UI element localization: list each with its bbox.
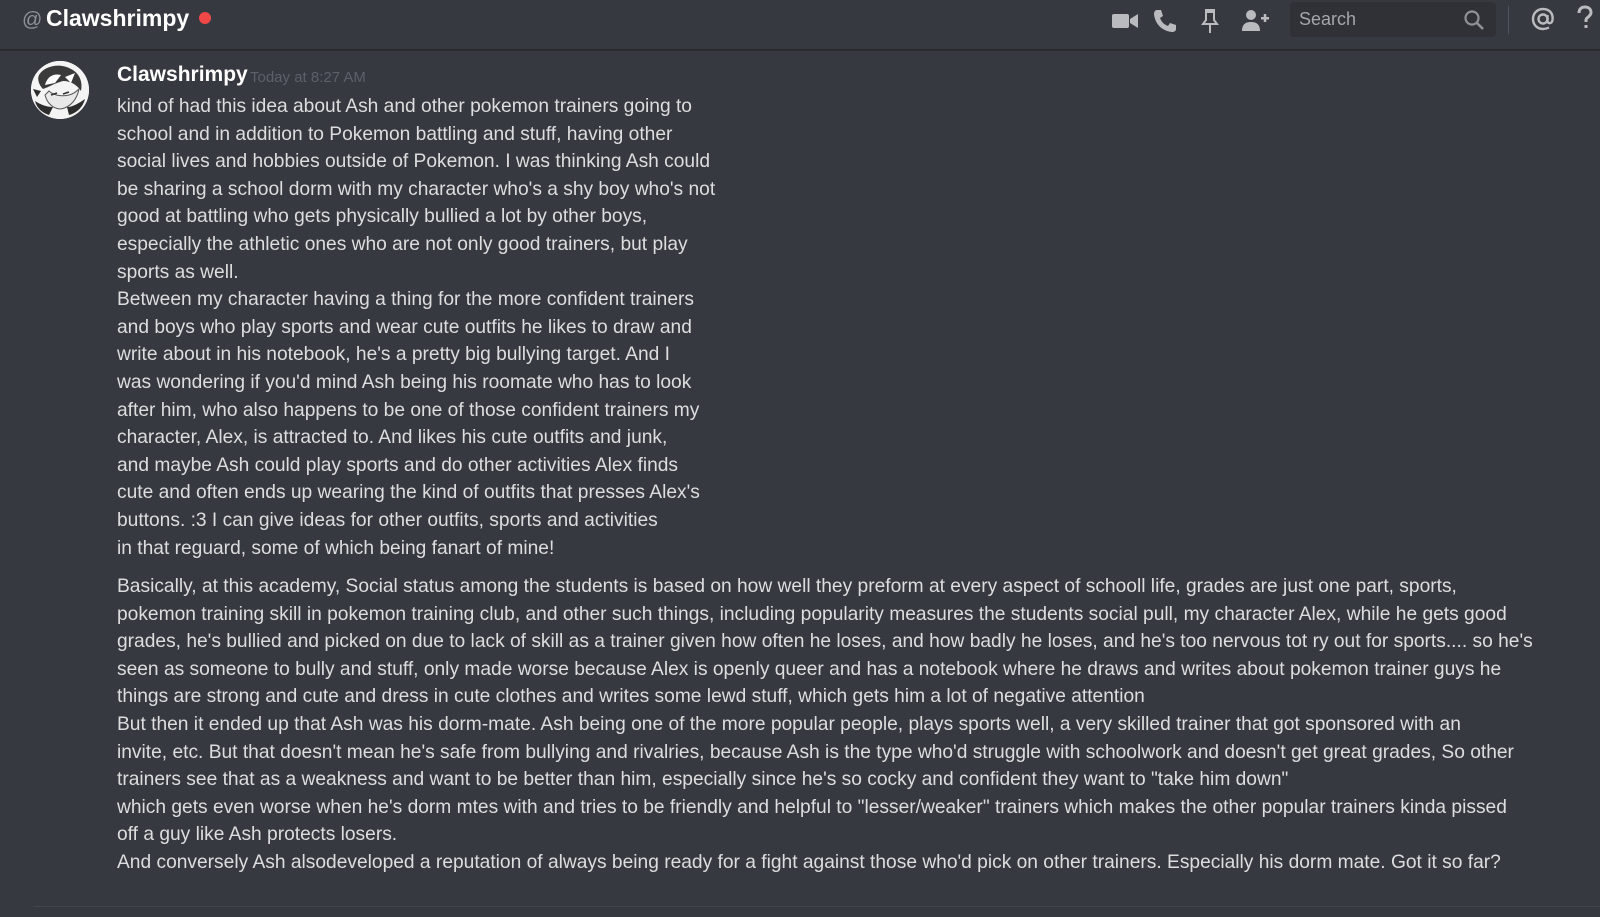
message-line: cute and often ends up wearing the kind … [117, 482, 700, 504]
message-line: character, Alex, is attracted to. And li… [117, 427, 668, 449]
video-call-icon[interactable] [1110, 6, 1140, 36]
add-friend-icon[interactable] [1240, 6, 1270, 36]
message-line: But then it ended up that Ash was his do… [117, 713, 1461, 735]
message-list: Clawshrimpy Today at 8:27 AM kind of had… [0, 51, 1600, 917]
message-line: kind of had this idea about Ash and othe… [117, 96, 692, 117]
message-author[interactable]: Clawshrimpy [117, 63, 248, 87]
message-body-2: Basically, at this academy, Social statu… [117, 573, 1533, 877]
mention-icon[interactable] [1528, 4, 1558, 34]
message-line: buttons. :3 I can give ideas for other o… [117, 509, 658, 531]
message-line: be sharing a school dorm with my charact… [117, 178, 716, 200]
message-line: sports as well. [117, 261, 239, 283]
message-line: invite, etc. But that doesn't mean he's … [117, 741, 1514, 763]
message-line: Between my character having a thing for … [117, 289, 694, 311]
channel-title: Clawshrimpy [46, 5, 190, 31]
message-line: especially the athletic ones who are not… [117, 233, 688, 255]
message-line: grades, he's bullied and picked on due t… [117, 631, 1533, 653]
message-line: and boys who play sports and wear cute o… [117, 316, 692, 338]
message-body-1: kind of had this idea about Ash and othe… [117, 93, 715, 562]
status-indicator-icon [199, 12, 211, 24]
message-line: off a guy like Ash protects losers. [117, 824, 398, 846]
message-line: things are strong and cute and dress in … [117, 686, 1145, 708]
message-line: good at battling who gets physically bul… [117, 206, 648, 228]
message-timestamp: Today at 8:27 AM [250, 69, 366, 86]
message-line: write about in his notebook, he's a pret… [117, 344, 670, 366]
message-line: school and in addition to Pokemon battli… [117, 123, 673, 145]
message-line: trainers see that as a weakness and want… [117, 769, 1289, 791]
message-line: seen as someone to bully and stuff, only… [117, 658, 1502, 680]
message-line: pokemon training skill in pokemon traini… [117, 603, 1507, 625]
help-icon[interactable] [1570, 3, 1600, 33]
message-line: social lives and hobbies outside of Poke… [117, 151, 711, 173]
header-divider [1508, 6, 1509, 34]
message-line: and maybe Ash could play sports and do o… [117, 454, 679, 476]
message-line: was wondering if you'd mind Ash being hi… [117, 371, 692, 393]
message-divider [34, 906, 1600, 907]
message-line: which gets even worse when he's dorm mte… [117, 796, 1507, 818]
at-icon: @ [22, 9, 43, 31]
message-line: Basically, at this academy, Social statu… [117, 576, 1457, 597]
message-line: after him, who also happens to be one of… [117, 399, 700, 421]
message-line: in that reguard, some of which being fan… [117, 537, 555, 559]
search-icon[interactable] [1462, 8, 1486, 32]
channel-header: @ Clawshrimpy [0, 0, 1600, 50]
voice-call-icon[interactable] [1150, 6, 1180, 36]
search-box[interactable] [1290, 2, 1496, 37]
avatar[interactable] [31, 61, 89, 119]
pin-icon[interactable] [1195, 6, 1225, 36]
search-input[interactable] [1290, 2, 1450, 37]
message-line: And conversely Ash alsodeveloped a reput… [117, 851, 1501, 873]
avatar-image [31, 61, 89, 119]
